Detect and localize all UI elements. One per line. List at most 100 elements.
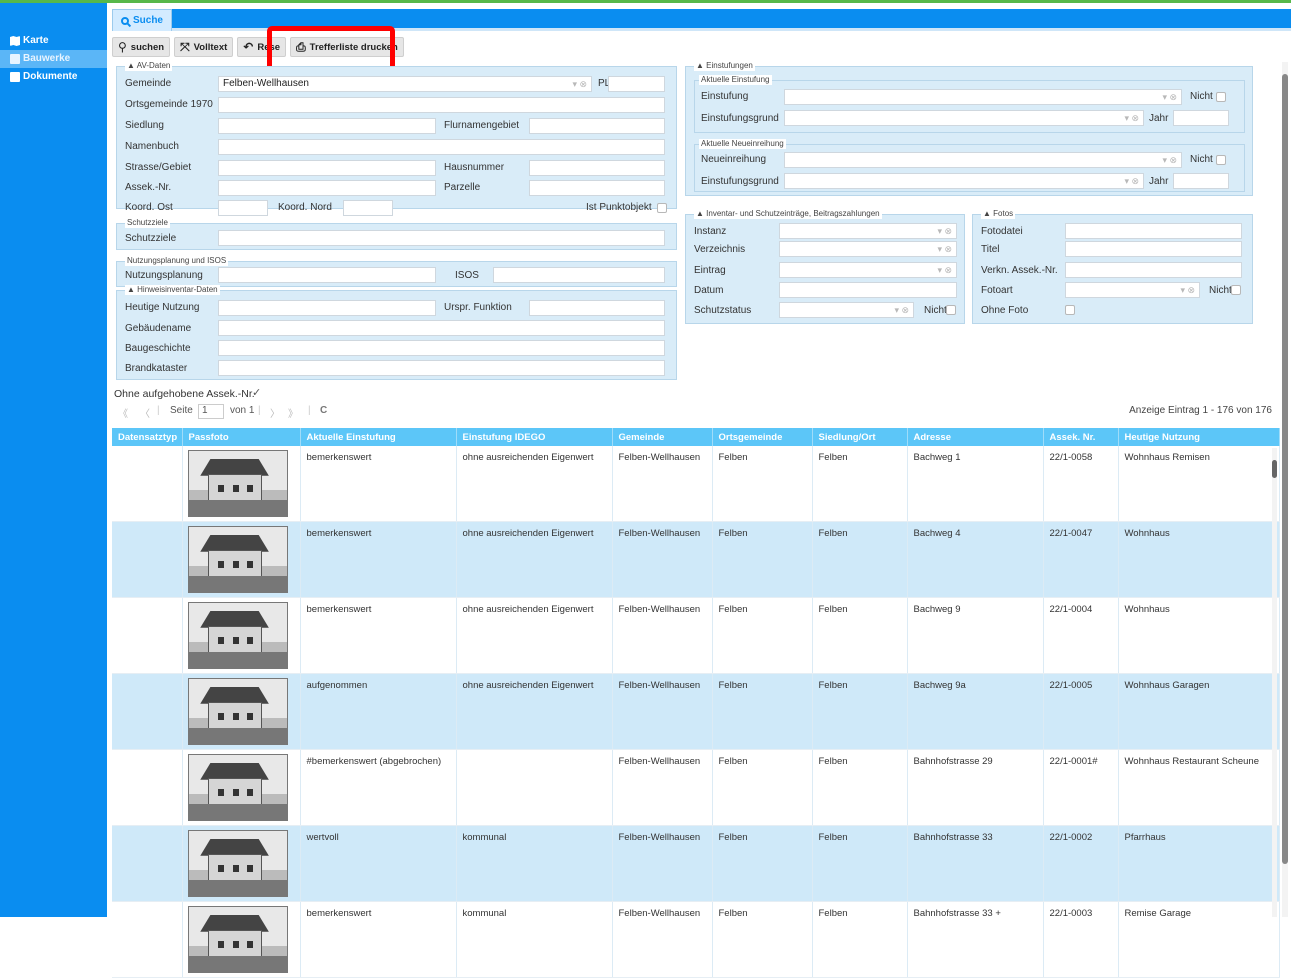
isos-input[interactable] [493,267,665,283]
av-data-panel: ▲ AV-Daten Gemeinde Felben-Wellhausen PL… [116,61,677,216]
fotoart-select[interactable] [1065,282,1200,298]
titel-input[interactable] [1065,241,1242,257]
brandkataster-input[interactable] [218,360,665,376]
column-header[interactable]: Heutige Nutzung [1118,428,1280,446]
ohne-aufgehobene-checkbox[interactable]: ✓ [252,386,261,399]
siedlung-cell: Felben [812,825,908,902]
koord-nord-input[interactable] [343,200,393,216]
passfoto-thumbnail[interactable] [187,450,288,517]
parzelle-input[interactable] [529,180,665,196]
fulltext-button[interactable]: ⤧ Volltext [174,37,234,57]
gemeinde-select[interactable]: Felben-Wellhausen [218,76,592,92]
column-header[interactable]: Siedlung/Ort [812,428,908,446]
column-header[interactable]: Passfoto [182,428,301,446]
ortsgemeinde-cell: Felben [712,749,813,826]
sidebar-item-karte[interactable]: Karte [0,32,107,50]
passfoto-thumbnail[interactable] [187,754,288,821]
gebaeudename-input[interactable] [218,320,665,336]
passfoto-thumbnail[interactable] [187,830,288,897]
sidebar-item-bauwerke[interactable]: Bauwerke [0,50,107,68]
einstufung-nicht-label: Nicht [1190,91,1213,102]
jahr-input[interactable] [1173,110,1229,126]
table-row[interactable]: bemerkenswert ohne ausreichenden Eigenwer… [112,446,1280,522]
neueinreihung-nicht-checkbox[interactable] [1216,155,1226,165]
plz-input[interactable] [608,76,665,92]
column-header[interactable]: Ortsgemeinde [712,428,813,446]
next-page-button[interactable]: 〉 [270,405,280,420]
grid-scrollbar-thumb[interactable] [1272,460,1277,478]
instanz-select[interactable] [779,223,957,239]
siedlung-cell: Felben [812,597,908,674]
table-row[interactable]: aufgenommen ohne ausreichenden Eigenwert F… [112,673,1280,750]
eintrag-select[interactable] [779,262,957,278]
namenbuch-input[interactable] [218,139,665,155]
column-header[interactable]: Datensatztyp [112,428,183,446]
schutzziele-input[interactable] [218,230,665,246]
assek-input[interactable] [218,180,436,196]
einstufung-nicht-checkbox[interactable] [1216,92,1226,102]
typ-cell [112,446,183,522]
einstufungsgrund-select[interactable] [784,110,1144,126]
page-scrollbar[interactable] [1282,62,1288,917]
ohne-foto-checkbox[interactable] [1065,305,1075,315]
tab-suche[interactable]: Suche [112,9,172,31]
table-row[interactable]: #bemerkenswert (abgebrochen) Felben-Wellh… [112,749,1280,826]
verkn-assek-input[interactable] [1065,262,1242,278]
refresh-icon[interactable]: C [320,405,327,416]
page-scrollbar-thumb[interactable] [1282,74,1288,864]
siedlung-input[interactable] [218,118,436,134]
column-header[interactable]: Adresse [907,428,1044,446]
table-row[interactable]: wertvoll kommunal Felben-Wellhausen Felben F… [112,825,1280,902]
search-button[interactable]: ⚲ suchen [112,37,171,57]
brandkataster-label: Brandkataster [125,363,188,374]
datum-input[interactable] [779,282,957,298]
grid-scrollbar[interactable] [1272,448,1277,917]
table-row[interactable]: bemerkenswert ohne ausreichenden Eigenwer… [112,521,1280,598]
column-header[interactable]: Assek. Nr. [1043,428,1119,446]
verzeichnis-select[interactable] [779,241,957,257]
einstufung-select[interactable] [784,89,1182,105]
column-header[interactable]: Aktuelle Einstufung [300,428,457,446]
baugeschichte-input[interactable] [218,340,665,356]
table-row[interactable]: bemerkenswert ohne ausreichenden Eigenwer… [112,597,1280,674]
gemeinde-label: Gemeinde [125,78,172,89]
neueinreihung-select[interactable] [784,152,1182,168]
nutzung-cell: Wohnhaus [1118,597,1280,674]
column-header[interactable]: Einstufung IDEGO [456,428,613,446]
nutzungsplanung-input[interactable] [218,267,436,283]
heutige-nutzung-input[interactable] [218,300,436,316]
flurname-input[interactable] [529,118,665,134]
passfoto-thumbnail[interactable] [187,906,288,973]
last-page-button[interactable]: 》 [288,405,298,420]
assek-label: Assek.-Nr. [125,182,172,193]
fotodatei-input[interactable] [1065,223,1242,239]
page-number-input[interactable]: 1 [198,404,224,419]
gemeinde-cell: Felben-Wellhausen [612,446,713,522]
schutzstatus-nicht-label: Nicht [924,305,947,316]
punktobjekt-checkbox[interactable] [657,203,667,213]
passfoto-thumbnail[interactable] [187,526,288,593]
ohne-foto-label: Ohne Foto [981,305,1029,316]
hausnummer-input[interactable] [529,160,665,176]
neu-jahr-input[interactable] [1173,173,1229,189]
neu-einstufungsgrund-select[interactable] [784,173,1144,189]
first-page-button[interactable]: 《 [118,405,128,420]
schutzstatus-nicht-checkbox[interactable] [946,305,956,315]
koord-ost-input[interactable] [218,200,268,216]
passfoto-thumbnail[interactable] [187,678,288,745]
nutzung-cell: Wohnhaus [1118,521,1280,598]
schutzstatus-select[interactable] [779,302,914,318]
verkn-assek-label: Verkn. Assek.-Nr. [981,265,1058,276]
passfoto-thumbnail[interactable] [187,602,288,669]
einstufung-label: Einstufung [701,91,749,102]
strasse-input[interactable] [218,160,436,176]
sidebar-item-dokumente[interactable]: Dokumente [0,68,107,86]
ortsgemeinde-input[interactable] [218,97,665,113]
table-row[interactable]: bemerkenswert kommunal Felben-Wellhausen Fe… [112,901,1280,978]
document-icon [10,72,20,82]
prev-page-button[interactable]: 〈 [140,405,150,420]
fotoart-nicht-checkbox[interactable] [1231,285,1241,295]
urspr-funktion-input[interactable] [529,300,665,316]
column-header[interactable]: Gemeinde [612,428,713,446]
einstufungen-legend: ▲ Einstufungen [694,61,755,71]
